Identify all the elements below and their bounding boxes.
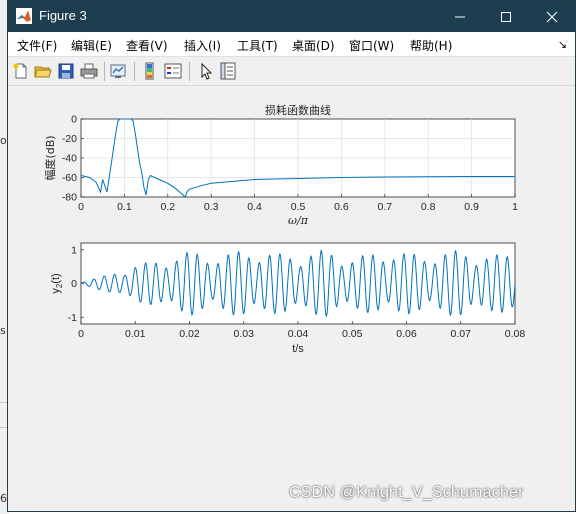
x-tick-label: 0.05	[342, 328, 363, 340]
insert-legend-icon[interactable]	[164, 62, 182, 80]
edit-plot-icon[interactable]	[197, 62, 215, 80]
y-tick-label: -80	[62, 192, 77, 204]
open-file-icon[interactable]	[34, 62, 52, 80]
watermark: CSDN @Knight_V_Schumacher	[289, 484, 524, 501]
background-text: 6	[0, 492, 7, 505]
menu-window[interactable]: 窗口(W)	[349, 37, 394, 54]
toolbar	[8, 56, 575, 86]
axes-1-title: 损耗函数曲线	[265, 103, 331, 117]
y-tick-label: 1	[71, 244, 77, 256]
maximize-button[interactable]	[483, 1, 529, 32]
x-tick-label: 0.03	[234, 328, 255, 340]
print-icon[interactable]	[80, 62, 98, 80]
menu-help[interactable]: 帮助(H)	[410, 37, 452, 54]
background-text: s	[0, 324, 6, 337]
y-tick-label: -60	[62, 172, 77, 184]
menu-desktop[interactable]: 桌面(D)	[292, 37, 335, 54]
y-tick-label: -20	[62, 133, 77, 145]
menu-bar: 文件(F) 编辑(E) 查看(V) 插入(I) 工具(T) 桌面(D) 窗口(W…	[8, 32, 575, 56]
close-button[interactable]	[529, 1, 575, 32]
y-tick-label: -40	[62, 153, 77, 165]
x-tick-label: 0.2	[160, 201, 175, 213]
toolbar-separator	[134, 62, 135, 81]
matlab-icon	[16, 8, 32, 24]
x-tick-label: 0.8	[421, 201, 436, 213]
minimize-icon	[455, 16, 465, 17]
minimize-button[interactable]	[437, 1, 483, 32]
link-plot-icon[interactable]	[109, 62, 127, 80]
x-tick-label: 0.04	[288, 328, 309, 340]
y-tick-label: -1	[68, 312, 77, 324]
new-figure-icon[interactable]	[12, 62, 30, 80]
property-inspector-icon[interactable]	[219, 62, 237, 80]
axes-2-ylabel-rest: (t)	[50, 273, 62, 283]
toolbar-separator	[104, 62, 105, 81]
x-tick-label: 0.02	[179, 328, 200, 340]
menu-tools[interactable]: 工具(T)	[237, 37, 278, 54]
maximize-icon	[501, 11, 511, 22]
y-tick-label: 0	[71, 278, 77, 290]
y-tick-label: 0	[71, 114, 77, 126]
figure-window: Figure 3 文件(F) 编辑(E) 查看(V) 插入(I) 工具(T) 桌…	[7, 0, 576, 512]
x-tick-label: 0.08	[505, 328, 526, 340]
x-tick-label: 0.1	[117, 201, 132, 213]
axes-2-ylabel: y2(t)	[50, 273, 64, 293]
insert-colorbar-icon[interactable]	[141, 62, 159, 80]
menu-file[interactable]: 文件(F)	[17, 37, 57, 54]
x-tick-label: 0.01	[125, 328, 146, 340]
x-tick-label: 0	[78, 201, 84, 213]
figure-canvas[interactable]: 0 0.1 0.2 0.3 0.4 0.5 0.6 0.7 0.8 0.9 1 0 -20 -40 -60 -…	[8, 86, 575, 511]
x-tick-label: 0.6	[334, 201, 349, 213]
title-bar[interactable]: Figure 3	[8, 1, 575, 32]
axes-1[interactable]: 0 0.1 0.2 0.3 0.4 0.5 0.6 0.7 0.8 0.9 1 0 -20 -40 -60 -…	[43, 103, 518, 227]
x-tick-label: 0	[78, 328, 84, 340]
axes-1-xlabel: ω/π	[288, 214, 309, 227]
toolbar-separator	[189, 62, 190, 81]
dock-arrow-icon[interactable]: ↘	[558, 38, 567, 51]
menu-insert[interactable]: 插入(I)	[184, 37, 221, 54]
x-tick-label: 0.3	[204, 201, 219, 213]
x-tick-label: 0.06	[396, 328, 417, 340]
x-tick-label: 0.7	[377, 201, 392, 213]
x-tick-label: 0.4	[247, 201, 262, 213]
menu-edit[interactable]: 编辑(E)	[71, 37, 112, 54]
axes-2-xlabel: t/s	[292, 343, 304, 355]
window-title: Figure 3	[39, 8, 87, 23]
save-icon[interactable]	[57, 62, 75, 80]
x-tick-label: 0.07	[451, 328, 472, 340]
figure-plots: 0 0.1 0.2 0.3 0.4 0.5 0.6 0.7 0.8 0.9 1 0 -20 -40 -60 -…	[43, 103, 526, 355]
axes-2[interactable]: 0 0.01 0.02 0.03 0.04 0.05 0.06 0.07 0.0810-1 t/…	[50, 242, 526, 355]
axes-1-ylabel: 幅度(dB)	[43, 135, 57, 180]
x-tick-label: 0.9	[464, 201, 479, 213]
x-tick-label: 0.5	[291, 201, 306, 213]
background-text: o	[0, 134, 7, 147]
menu-view[interactable]: 查看(V)	[126, 37, 168, 54]
close-icon	[546, 11, 558, 22]
x-tick-label: 1	[512, 201, 518, 213]
